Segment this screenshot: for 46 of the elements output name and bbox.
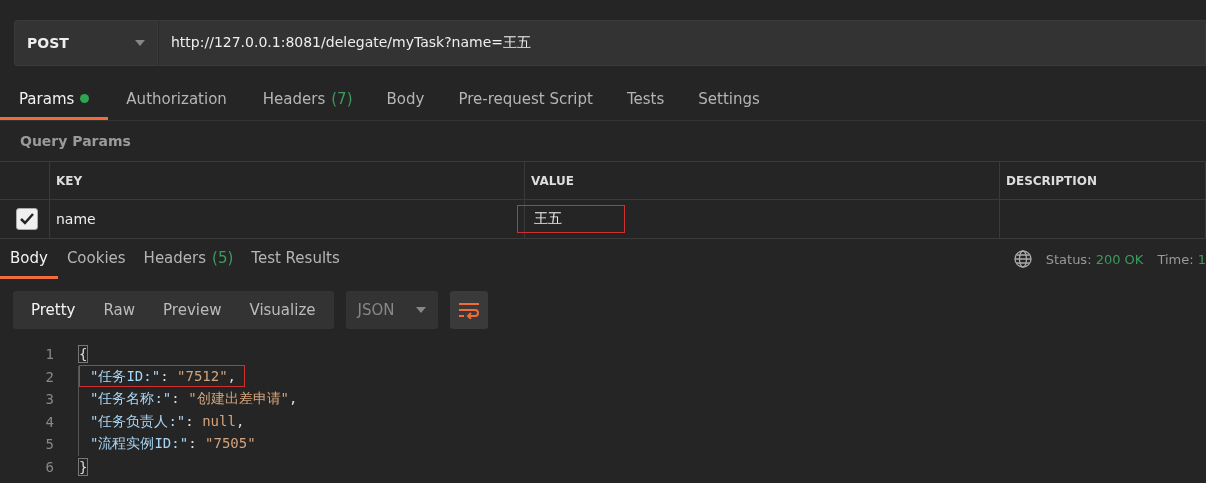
code-brace: }: [78, 457, 89, 476]
globe-icon[interactable]: [1013, 250, 1032, 268]
column-header: KEY: [50, 162, 525, 200]
code-line: "任务名称:": "创建出差申请",: [89, 389, 299, 409]
line-number: 1: [44, 346, 54, 363]
caret-icon: [135, 40, 145, 46]
table-cell: name: [50, 200, 525, 239]
response-tab[interactable]: Headers (5): [134, 239, 243, 279]
time-text: Time: 1: [1157, 251, 1206, 267]
caret-icon: [415, 307, 426, 313]
checkmark-icon: [20, 213, 34, 225]
format-dropdown[interactable]: JSON: [345, 291, 438, 329]
view-mode-tab[interactable]: Raw: [89, 291, 150, 329]
request-tab[interactable]: Settings: [680, 80, 778, 120]
status-text: Status: 200 OK: [1045, 251, 1144, 267]
code-brace: {: [78, 345, 89, 364]
code-line: "流程实例ID:": "7505": [89, 434, 257, 454]
section-title: Query Params: [19, 132, 132, 151]
request-tab[interactable]: Pre-request Script: [440, 80, 611, 120]
tab-count: (5): [212, 248, 234, 267]
request-tab[interactable]: Tests: [610, 80, 681, 120]
line-number: 2: [44, 368, 54, 385]
view-mode-tab[interactable]: Visualize: [235, 291, 330, 329]
code-line: "任务负责人:": null,: [89, 411, 246, 431]
wrap-lines-icon: [457, 301, 480, 319]
line-number: 5: [44, 436, 54, 453]
line-number: 4: [44, 413, 54, 430]
response-tab[interactable]: Body: [0, 239, 58, 279]
method-dropdown[interactable]: POST: [14, 20, 158, 66]
wrap-button[interactable]: [449, 291, 488, 329]
request-tab[interactable]: Authorization: [108, 80, 245, 120]
response-tab[interactable]: Cookies: [57, 239, 135, 279]
highlighted-cell-value: 王五: [517, 205, 625, 233]
line-number: 6: [44, 458, 54, 475]
response-tab[interactable]: Test Results: [242, 239, 349, 279]
request-tab[interactable]: Params: [0, 80, 109, 120]
checkbox[interactable]: [16, 208, 38, 230]
view-mode-tab[interactable]: Pretty: [17, 291, 90, 329]
line-number: 3: [44, 391, 54, 408]
column-header: DESCRIPTION: [1000, 162, 1206, 200]
column-header: VALUE: [525, 162, 1000, 200]
request-tab[interactable]: Body: [370, 80, 441, 120]
view-mode-tab[interactable]: Preview: [149, 291, 236, 329]
request-tab[interactable]: Headers (7): [244, 80, 371, 120]
tab-count: (7): [331, 89, 353, 108]
url-field[interactable]: http://127.0.0.1:8081/delegate/myTask?name=王五: [158, 20, 1206, 66]
